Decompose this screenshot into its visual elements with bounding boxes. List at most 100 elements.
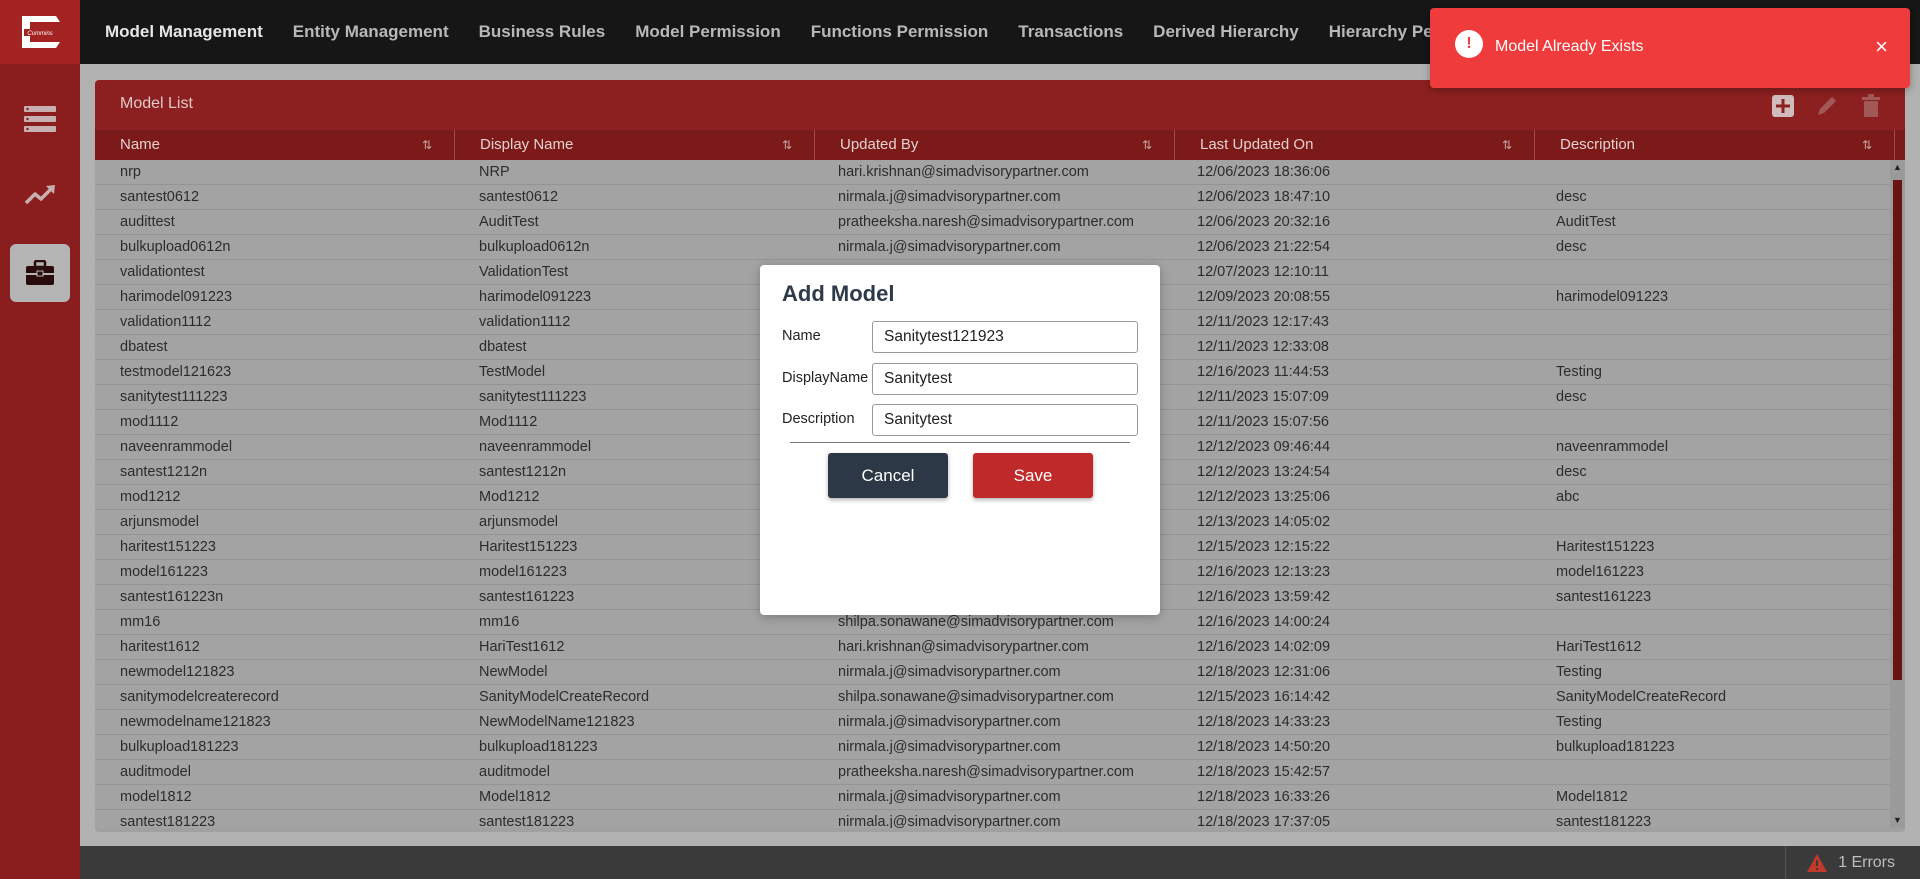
- table-cell: santest181223: [479, 814, 575, 828]
- column-header-last-updated-on[interactable]: Last Updated On ⇅: [1175, 130, 1535, 160]
- table-cell: 12/15/2023 12:15:22: [1197, 539, 1331, 555]
- table-row[interactable]: bulkupload181223 bulkupload181223 nirmala.…: [95, 735, 1890, 760]
- sort-icon[interactable]: ⇅: [782, 130, 792, 160]
- table-row[interactable]: audittest AuditTest pratheeksha.naresh@sim…: [95, 210, 1890, 235]
- table-cell: auditmodel: [120, 764, 191, 780]
- table-cell: [1531, 510, 1890, 534]
- table-cell: santest161223n: [120, 589, 224, 605]
- errors-indicator[interactable]: 1 Errors: [1785, 846, 1895, 879]
- table-cell: nirmala.j@simadvisorypartner.com: [838, 189, 1061, 205]
- table-cell: 12/11/2023 12:17:43: [1197, 314, 1329, 330]
- close-icon[interactable]: ×: [1875, 36, 1888, 58]
- table-cell: harimodel091223: [120, 289, 233, 305]
- warning-icon: [1807, 853, 1828, 872]
- delete-model-button[interactable]: [1857, 92, 1885, 120]
- sidebar-item-briefcase[interactable]: [10, 244, 70, 302]
- table-row[interactable]: santest181223 santest181223 nirmala.j@sima…: [95, 810, 1890, 828]
- sidebar-item-analytics[interactable]: [10, 166, 70, 224]
- table-row[interactable]: newmodelname121823 NewModelName121823 nirm…: [95, 710, 1890, 735]
- cummins-logo[interactable]: Cummins: [0, 0, 80, 64]
- briefcase-icon: [26, 260, 54, 285]
- table-cell: santest181223: [120, 814, 216, 828]
- dialog-divider: [790, 442, 1130, 443]
- list-icon: [24, 106, 56, 132]
- table-cell: NewModel: [479, 664, 548, 680]
- edit-model-button[interactable]: [1813, 92, 1841, 120]
- nav-item-entity-management[interactable]: Entity Management: [293, 22, 449, 42]
- cancel-button[interactable]: Cancel: [828, 453, 948, 498]
- table-cell: HariTest1612: [479, 639, 565, 655]
- table-row[interactable]: newmodel121823 NewModel nirmala.j@simadvis…: [95, 660, 1890, 685]
- logo-mark-icon: Cummins: [22, 16, 60, 48]
- nav-item-functions-permission[interactable]: Functions Permission: [811, 22, 989, 42]
- table-cell: pratheeksha.naresh@simadvisorypartner.co…: [838, 214, 1134, 230]
- table-cell: nirmala.j@simadvisorypartner.com: [838, 789, 1061, 805]
- table-cell: abc: [1556, 489, 1580, 505]
- table-cell: 12/12/2023 13:24:54: [1197, 464, 1331, 480]
- table-scrollbar[interactable]: ▲ ▼: [1890, 160, 1905, 828]
- table-row[interactable]: auditmodel auditmodel pratheeksha.naresh@s…: [95, 760, 1890, 785]
- table-row[interactable]: santest0612 santest0612 nirmala.j@simadvis…: [95, 185, 1890, 210]
- table-cell: bulkupload0612n: [120, 239, 231, 255]
- table-cell: santest161223: [1556, 589, 1652, 605]
- display-name-input[interactable]: [872, 363, 1138, 395]
- table-cell: model161223: [1556, 564, 1644, 580]
- table-cell: [1531, 760, 1890, 784]
- description-input[interactable]: [872, 404, 1138, 436]
- table-cell: [1531, 610, 1890, 634]
- nav-item-model-permission[interactable]: Model Permission: [635, 22, 780, 42]
- scroll-up-icon[interactable]: ▲: [1892, 162, 1903, 173]
- svg-text:Cummins: Cummins: [27, 31, 52, 37]
- nav-item-transactions[interactable]: Transactions: [1018, 22, 1123, 42]
- table-header: Name ⇅ Display Name ⇅ Updated By ⇅ Last Update…: [95, 130, 1905, 160]
- table-row[interactable]: nrp NRP hari.krishnan@simadvisorypartner.c…: [95, 160, 1890, 185]
- table-cell: santest181223: [1556, 814, 1652, 828]
- plus-square-icon: [1772, 95, 1794, 117]
- table-cell: hari.krishnan@simadvisorypartner.com: [838, 639, 1089, 655]
- table-cell: haritest151223: [120, 539, 216, 555]
- scroll-down-icon[interactable]: ▼: [1892, 815, 1903, 826]
- table-cell: 12/06/2023 18:36:06: [1197, 164, 1331, 180]
- table-cell: testmodel121623: [120, 364, 232, 380]
- table-cell: NRP: [479, 164, 510, 180]
- save-button[interactable]: Save: [973, 453, 1093, 498]
- table-cell: [1531, 310, 1890, 334]
- status-bar: 1 Errors: [80, 846, 1920, 879]
- sidebar: [0, 64, 80, 879]
- table-cell: dbatest: [120, 339, 168, 355]
- table-cell: 12/18/2023 17:37:05: [1197, 814, 1331, 828]
- column-header-display-name[interactable]: Display Name ⇅: [455, 130, 815, 160]
- table-cell: 12/15/2023 16:14:42: [1197, 689, 1331, 705]
- sort-icon[interactable]: ⇅: [1862, 130, 1872, 160]
- column-header-description[interactable]: Description ⇅: [1535, 130, 1895, 160]
- nav-item-model-management[interactable]: Model Management: [105, 22, 263, 42]
- table-row[interactable]: model1812 Model1812 nirmala.j@simadvisoryp…: [95, 785, 1890, 810]
- table-cell: AuditTest: [479, 214, 539, 230]
- table-cell: sanitytest111223: [120, 389, 228, 405]
- table-row[interactable]: bulkupload0612n bulkupload0612n nirmala.j@…: [95, 235, 1890, 260]
- add-model-dialog: Add Model Name DisplayName Description C…: [760, 265, 1160, 615]
- table-cell: desc: [1556, 189, 1587, 205]
- table-cell: mm16: [120, 614, 161, 630]
- sort-icon[interactable]: ⇅: [422, 130, 432, 160]
- add-model-button[interactable]: [1769, 92, 1797, 120]
- table-cell: nirmala.j@simadvisorypartner.com: [838, 739, 1061, 755]
- table-cell: newmodelname121823: [120, 714, 271, 730]
- column-header-updated-by[interactable]: Updated By ⇅: [815, 130, 1175, 160]
- column-header-name[interactable]: Name ⇅: [95, 130, 455, 160]
- table-cell: desc: [1556, 239, 1587, 255]
- sidebar-item-list[interactable]: [10, 90, 70, 148]
- table-cell: pratheeksha.naresh@simadvisorypartner.co…: [838, 764, 1134, 780]
- sort-icon[interactable]: ⇅: [1142, 130, 1152, 160]
- table-cell: newmodel121823: [120, 664, 235, 680]
- table-row[interactable]: haritest1612 HariTest1612 hari.krishnan@si…: [95, 635, 1890, 660]
- nav-item-derived-hierarchy[interactable]: Derived Hierarchy: [1153, 22, 1299, 42]
- scroll-thumb[interactable]: [1893, 180, 1902, 680]
- table-cell: desc: [1556, 389, 1587, 405]
- name-input[interactable]: [872, 321, 1138, 353]
- table-cell: 12/16/2023 14:00:24: [1197, 614, 1331, 630]
- sort-icon[interactable]: ⇅: [1502, 130, 1512, 160]
- table-cell: bulkupload181223: [1556, 739, 1675, 755]
- table-row[interactable]: sanitymodelcreaterecord SanityModelCreate…: [95, 685, 1890, 710]
- nav-item-business-rules[interactable]: Business Rules: [479, 22, 606, 42]
